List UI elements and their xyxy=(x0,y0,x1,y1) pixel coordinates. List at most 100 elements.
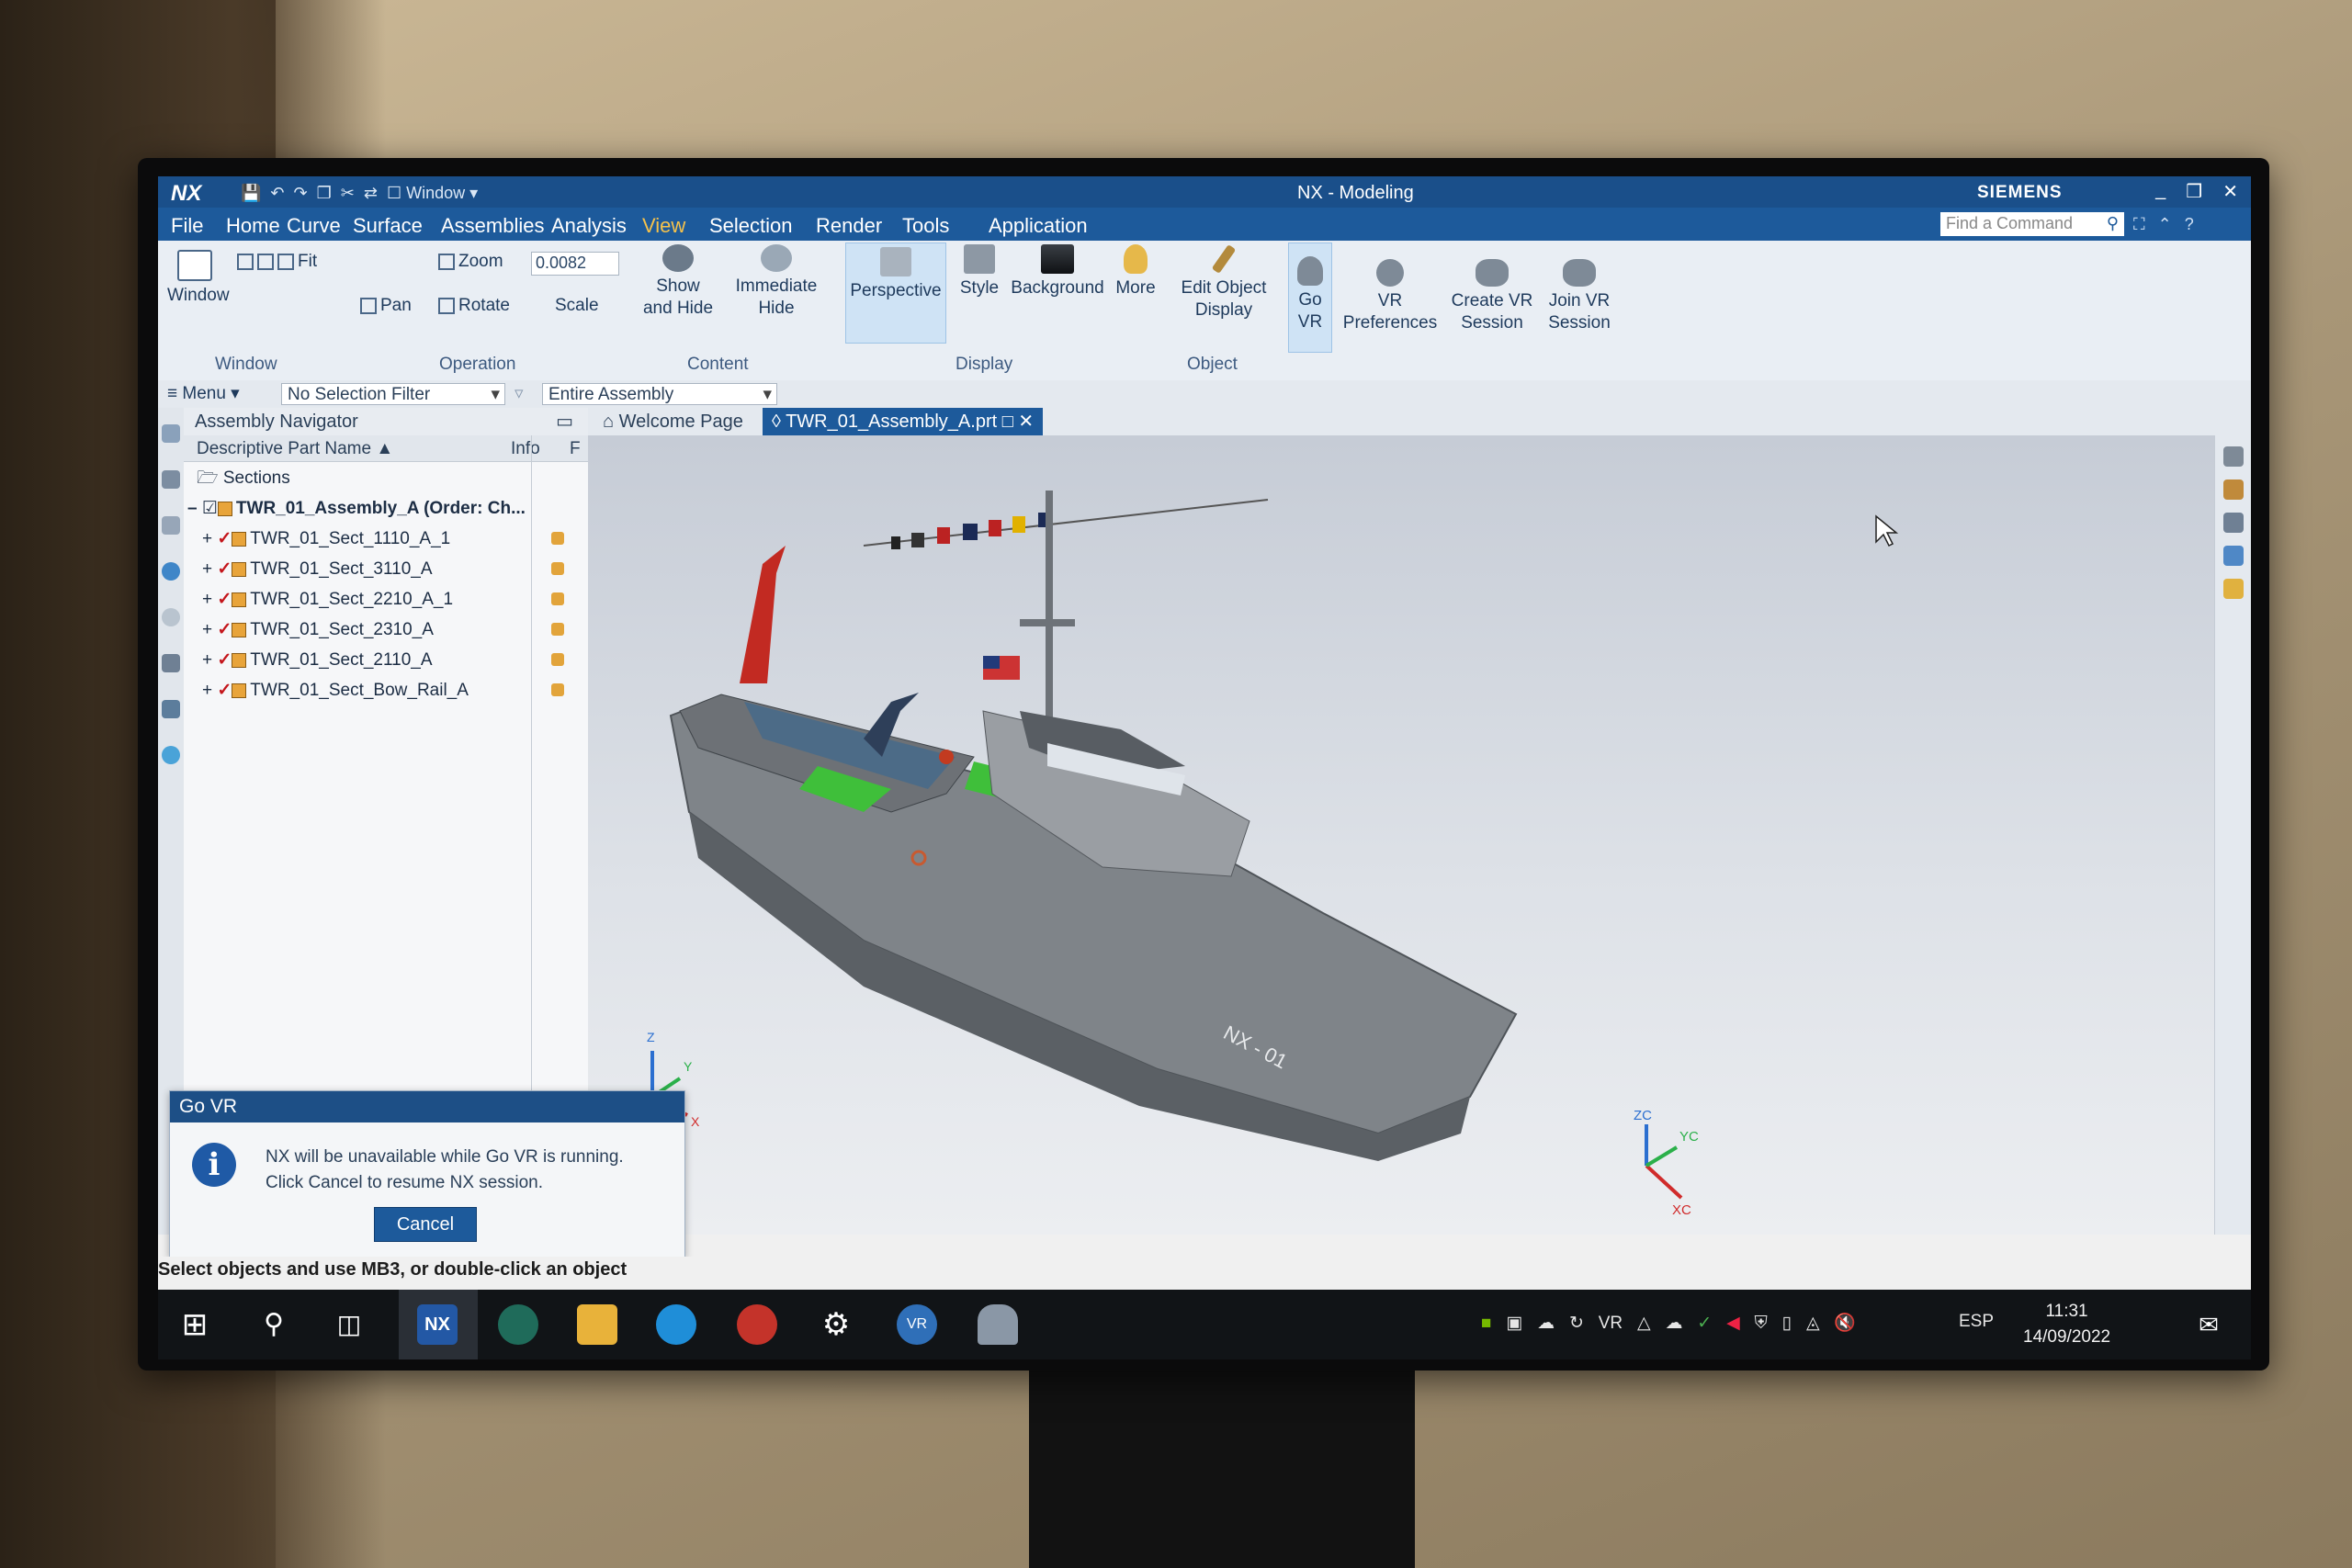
powerpoint-icon[interactable] xyxy=(737,1304,777,1345)
security-tray-icon[interactable]: ✓ xyxy=(1697,1314,1712,1333)
collapse-ribbon-icon[interactable]: ⌃ xyxy=(2158,215,2172,234)
menu-surface[interactable]: Surface xyxy=(353,214,423,238)
usb-tray-icon[interactable]: ▯ xyxy=(1782,1314,1792,1333)
scene-settings-icon[interactable] xyxy=(2223,513,2244,533)
create-vr-session-button[interactable]: Create VR Session xyxy=(1446,259,1538,334)
image-icon[interactable] xyxy=(2223,546,2244,566)
root-checkbox-icon[interactable]: ☑ xyxy=(202,499,218,518)
tree-row[interactable]: + ✓ TWR_01_Sect_1110_A_1 xyxy=(184,524,588,554)
menu-curve[interactable]: Curve xyxy=(287,214,341,238)
tree-row[interactable]: + ✓ TWR_01_Sect_2310_A xyxy=(184,615,588,645)
vr-app-icon[interactable]: VR xyxy=(897,1304,937,1345)
layout-split-icon[interactable] xyxy=(257,253,274,270)
switch-window-icon[interactable]: ⇄ xyxy=(364,184,378,203)
windows-start-icon[interactable]: ⊞ xyxy=(175,1304,215,1345)
tab-close-icon[interactable]: ✕ xyxy=(1018,412,1034,432)
close-button[interactable]: ✕ xyxy=(2222,180,2238,203)
settings-gear-icon[interactable]: ⚙ xyxy=(816,1304,856,1345)
edge-browser-icon[interactable] xyxy=(656,1304,696,1345)
material-icon[interactable] xyxy=(2223,479,2244,500)
copy-icon[interactable]: ❐ xyxy=(317,184,332,203)
arrow-tray-icon[interactable]: ◀ xyxy=(1726,1314,1740,1333)
find-command-input[interactable]: Find a Command ⚲ xyxy=(1940,212,2124,236)
menu-file[interactable]: File xyxy=(171,214,203,238)
show-and-hide-button[interactable]: Show and Hide xyxy=(641,244,715,320)
perspective-button[interactable]: Perspective xyxy=(845,243,946,344)
shield-tray-icon[interactable]: ⛨ xyxy=(1755,1314,1768,1333)
menu-view[interactable]: View xyxy=(642,214,686,245)
menu-application[interactable]: Application xyxy=(989,214,1088,238)
tree-row[interactable]: + ✓ TWR_01_Sect_Bow_Rail_A xyxy=(184,675,588,705)
clock[interactable]: 11:31 14/09/2022 xyxy=(2023,1299,2110,1350)
restore-button[interactable]: ❒ xyxy=(2186,180,2202,203)
volume-muted-icon[interactable]: 🔇 xyxy=(1834,1314,1856,1333)
tab-welcome-page[interactable]: ⌂ Welcome Page xyxy=(594,408,752,435)
notifications-icon[interactable]: ✉ xyxy=(2188,1304,2229,1345)
maximize-panel-icon[interactable]: ▭ xyxy=(556,410,573,433)
menu-home[interactable]: Home xyxy=(226,214,280,238)
menu-render[interactable]: Render xyxy=(816,214,882,238)
menu-tools[interactable]: Tools xyxy=(902,214,949,238)
vr-preferences-button[interactable]: VR Preferences xyxy=(1340,259,1441,334)
cloud-tray-icon[interactable]: ☁ xyxy=(1537,1314,1555,1333)
immediate-hide-button[interactable]: Immediate Hide xyxy=(726,244,827,320)
tree-row-root[interactable]: – ☑ TWR_01_Assembly_A (Order: Ch... xyxy=(184,493,588,524)
onedrive-tray-icon[interactable]: ☁ xyxy=(1665,1314,1682,1333)
pan-button[interactable]: Pan xyxy=(360,296,412,316)
style-button[interactable]: Style xyxy=(954,244,1005,299)
display-tray-icon[interactable]: ▣ xyxy=(1506,1314,1522,1333)
menu-analysis[interactable]: Analysis xyxy=(551,214,627,238)
scale-input[interactable]: 0.0082 xyxy=(531,252,619,276)
scope-dropdown[interactable]: Entire Assembly xyxy=(542,383,777,405)
col-f[interactable]: F xyxy=(570,439,581,459)
window-menu[interactable]: ☐ Window ▾ xyxy=(387,184,478,203)
background-button[interactable]: Background xyxy=(1007,244,1108,299)
pin-icon[interactable]: □ xyxy=(1002,412,1013,432)
reuse-library-icon[interactable] xyxy=(162,654,180,672)
task-view-icon[interactable]: ◫ xyxy=(329,1304,369,1345)
col-descriptive-part-name[interactable]: Descriptive Part Name ▲ xyxy=(197,439,393,459)
settings-icon[interactable] xyxy=(162,424,180,443)
roles-icon[interactable] xyxy=(162,700,180,718)
search-icon[interactable]: ⚲ xyxy=(254,1304,294,1345)
nvidia-tray-icon[interactable]: ■ xyxy=(1481,1314,1491,1333)
menu-button[interactable]: ≡ Menu ▾ xyxy=(167,383,240,404)
tree-row-sections[interactable]: 🗁 Sections xyxy=(184,463,588,493)
part-navigator-icon[interactable] xyxy=(162,470,180,489)
web-browser-icon[interactable] xyxy=(162,562,180,581)
go-vr-button[interactable]: Go VR xyxy=(1288,243,1332,353)
menu-assemblies[interactable]: Assemblies xyxy=(441,214,544,238)
vr-tray-icon[interactable]: VR xyxy=(1599,1314,1623,1333)
minimize-button[interactable]: _ xyxy=(2155,180,2165,203)
zoom-button[interactable]: Zoom xyxy=(438,252,503,272)
fit-button[interactable]: Fit xyxy=(277,252,317,272)
vpn-app-icon[interactable] xyxy=(498,1304,538,1345)
assembly-navigator-icon[interactable] xyxy=(162,516,180,535)
vr-user-app-icon[interactable] xyxy=(978,1304,1018,1345)
help-icon[interactable]: ? xyxy=(2185,215,2194,234)
col-info[interactable]: Info xyxy=(511,439,540,459)
menu-selection[interactable]: Selection xyxy=(709,214,793,238)
studio-icon[interactable] xyxy=(2223,579,2244,599)
rotate-button[interactable]: Rotate xyxy=(438,296,510,316)
cut-icon[interactable]: ✂ xyxy=(341,184,355,203)
redo-icon[interactable]: ↷ xyxy=(294,184,308,203)
sync-tray-icon[interactable]: ↻ xyxy=(1569,1314,1584,1333)
tree-row[interactable]: + ✓ TWR_01_Sect_3110_A xyxy=(184,554,588,584)
network-tray-icon[interactable]: ◬ xyxy=(1806,1314,1820,1333)
tree-row[interactable]: + ✓ TWR_01_Sect_2110_A xyxy=(184,645,588,675)
more-button[interactable]: More xyxy=(1110,244,1161,299)
history-icon[interactable] xyxy=(162,608,180,626)
graphics-window[interactable]: NX - 01 Z Y X ZC YC XC xyxy=(588,435,2214,1235)
language-indicator[interactable]: ESP xyxy=(1959,1312,1994,1332)
layout-single-icon[interactable] xyxy=(237,253,254,270)
window-button[interactable]: Window xyxy=(167,250,230,307)
nx-app-icon[interactable]: NX xyxy=(417,1304,458,1345)
palette-icon[interactable] xyxy=(162,746,180,764)
cancel-button[interactable]: Cancel xyxy=(374,1207,477,1242)
edit-object-display-button[interactable]: Edit Object Display xyxy=(1169,244,1279,321)
tab-assembly[interactable]: ◊ TWR_01_Assembly_A.prt □ ✕ xyxy=(763,408,1044,435)
vr-user-icon[interactable] xyxy=(2223,446,2244,467)
selection-filter-dropdown[interactable]: No Selection Filter xyxy=(281,383,505,405)
network-drive-tray-icon[interactable]: △ xyxy=(1637,1314,1651,1333)
